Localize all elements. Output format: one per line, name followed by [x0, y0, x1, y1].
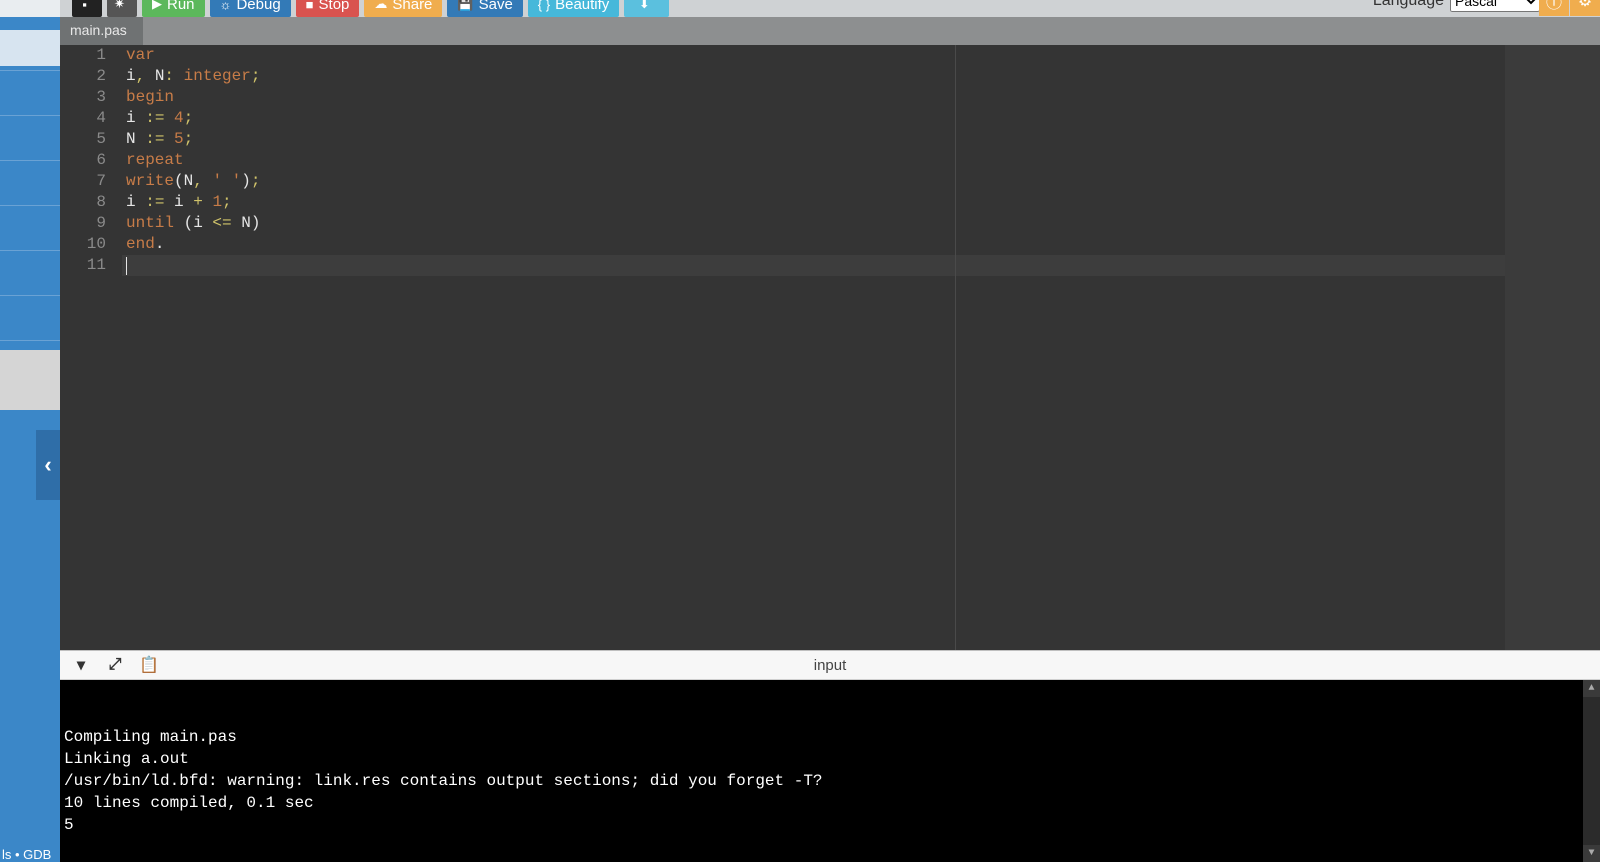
new-file-button[interactable]: ▪: [72, 0, 102, 17]
expand-icon: ⤢: [109, 656, 122, 674]
code-line[interactable]: until (i <= N): [126, 213, 1505, 234]
panel-expand-button[interactable]: ⤢: [104, 654, 126, 676]
line-number: 10: [60, 234, 118, 255]
line-number: 8: [60, 192, 118, 213]
code-line[interactable]: i := i + 1;: [126, 192, 1505, 213]
console-line: /usr/bin/ld.bfd: warning: link.res conta…: [64, 770, 1596, 792]
sidebar-slot[interactable]: [0, 30, 60, 66]
sidebar-separator: [0, 70, 60, 71]
top-toolbar: ▪ ✷ ▶ Run ☼ Debug ■ Stop ☁ Share 💾 Save …: [60, 0, 1600, 17]
sidebar-separator: [0, 205, 60, 206]
editor-gutter: 1234567891011: [60, 45, 118, 650]
sidebar-separator: [0, 160, 60, 161]
panel-copy-button[interactable]: 📋: [138, 654, 160, 676]
line-number: 1: [60, 45, 118, 66]
code-line[interactable]: repeat: [126, 150, 1505, 171]
file-tab-main[interactable]: main.pas: [60, 17, 143, 45]
line-number: 7: [60, 171, 118, 192]
editor-code-area[interactable]: vari, N: integer;begini := 4;N := 5;repe…: [126, 45, 1505, 255]
line-number: 6: [60, 150, 118, 171]
save-button[interactable]: 💾 Save: [447, 0, 522, 17]
run-button-label: Run: [167, 0, 195, 13]
editor-cursor: [126, 257, 127, 275]
share-button[interactable]: ☁ Share: [364, 0, 442, 17]
language-select[interactable]: Pascal: [1450, 0, 1540, 12]
line-number: 11: [60, 255, 118, 276]
stop-button[interactable]: ■ Stop: [296, 0, 360, 17]
beautify-button-label: Beautify: [555, 0, 609, 13]
beautify-button[interactable]: { } Beautify: [528, 0, 620, 17]
stop-icon: ■: [306, 0, 314, 12]
output-panel-header: ▾ ⤢ 📋 input: [60, 650, 1600, 680]
code-editor[interactable]: 1234567891011 vari, N: integer;begini :=…: [60, 45, 1505, 650]
file-icon: ▪: [82, 0, 87, 12]
chevron-left-icon: ‹: [44, 452, 51, 478]
save-icon: 💾: [457, 0, 473, 12]
line-number: 4: [60, 108, 118, 129]
line-number: 2: [60, 66, 118, 87]
active-line-highlight: [60, 255, 1505, 276]
bug-icon: ☼: [220, 0, 232, 12]
editor-margin-strip: [1505, 45, 1600, 650]
toggle-theme-button[interactable]: ✷: [107, 0, 137, 17]
download-icon: ⬇: [639, 0, 650, 12]
settings-button[interactable]: ⚙: [1570, 0, 1600, 16]
editor-print-margin: [955, 45, 956, 650]
braces-icon: { }: [538, 0, 550, 12]
language-selector-group: Language Pascal: [1373, 0, 1540, 16]
panel-collapse-button[interactable]: ▾: [70, 654, 92, 676]
stop-button-label: Stop: [319, 0, 350, 13]
sidebar-collapse-handle[interactable]: ‹: [36, 430, 60, 500]
sidebar-footer-text: ls • GDB: [2, 847, 51, 862]
share-button-label: Share: [392, 0, 432, 13]
sidebar-top-gap: [0, 0, 60, 17]
gear-icon: ⚙: [1578, 0, 1592, 11]
sidebar-separator: [0, 250, 60, 251]
line-number: 9: [60, 213, 118, 234]
info-button[interactable]: ⓘ: [1539, 0, 1569, 16]
play-icon: ▶: [152, 0, 162, 12]
line-number: 3: [60, 87, 118, 108]
console-line: 10 lines compiled, 0.1 sec: [64, 792, 1596, 814]
console-line: Compiling main.pas: [64, 726, 1596, 748]
download-button[interactable]: ⬇: [624, 0, 669, 17]
console-scrollbar[interactable]: ▲ ▼: [1583, 680, 1600, 862]
scroll-down-icon[interactable]: ▼: [1583, 845, 1600, 862]
sidebar-separator: [0, 340, 60, 341]
code-line[interactable]: begin: [126, 87, 1505, 108]
code-line[interactable]: var: [126, 45, 1505, 66]
line-number: 5: [60, 129, 118, 150]
debug-button[interactable]: ☼ Debug: [210, 0, 291, 17]
code-line[interactable]: i := 4;: [126, 108, 1505, 129]
console-line: Linking a.out: [64, 748, 1596, 770]
left-sidebar: ‹ ls • GDB: [0, 0, 60, 862]
chevron-down-icon: ▾: [77, 655, 85, 675]
run-button[interactable]: ▶ Run: [142, 0, 205, 17]
console-output[interactable]: Compiling main.pasLinking a.out/usr/bin/…: [60, 680, 1600, 862]
clipboard-icon: 📋: [139, 655, 159, 675]
language-label: Language: [1373, 0, 1444, 10]
console-line: 5: [64, 814, 1596, 836]
code-line[interactable]: N := 5;: [126, 129, 1505, 150]
share-icon: ☁: [374, 0, 387, 12]
info-icon: ⓘ: [1546, 0, 1562, 13]
sidebar-separator: [0, 295, 60, 296]
sun-icon: ✷: [114, 0, 125, 12]
save-button-label: Save: [479, 0, 513, 13]
scroll-up-icon[interactable]: ▲: [1583, 680, 1600, 697]
file-tab-label: main.pas: [70, 22, 127, 38]
editor-gutter-border: [118, 45, 122, 650]
code-line[interactable]: end.: [126, 234, 1505, 255]
file-tabstrip: main.pas: [60, 17, 1600, 45]
panel-title: input: [814, 657, 847, 674]
code-line[interactable]: i, N: integer;: [126, 66, 1505, 87]
debug-button-label: Debug: [236, 0, 280, 13]
code-line[interactable]: write(N, ' ');: [126, 171, 1505, 192]
sidebar-separator: [0, 115, 60, 116]
sidebar-grey-slot[interactable]: [0, 350, 60, 410]
